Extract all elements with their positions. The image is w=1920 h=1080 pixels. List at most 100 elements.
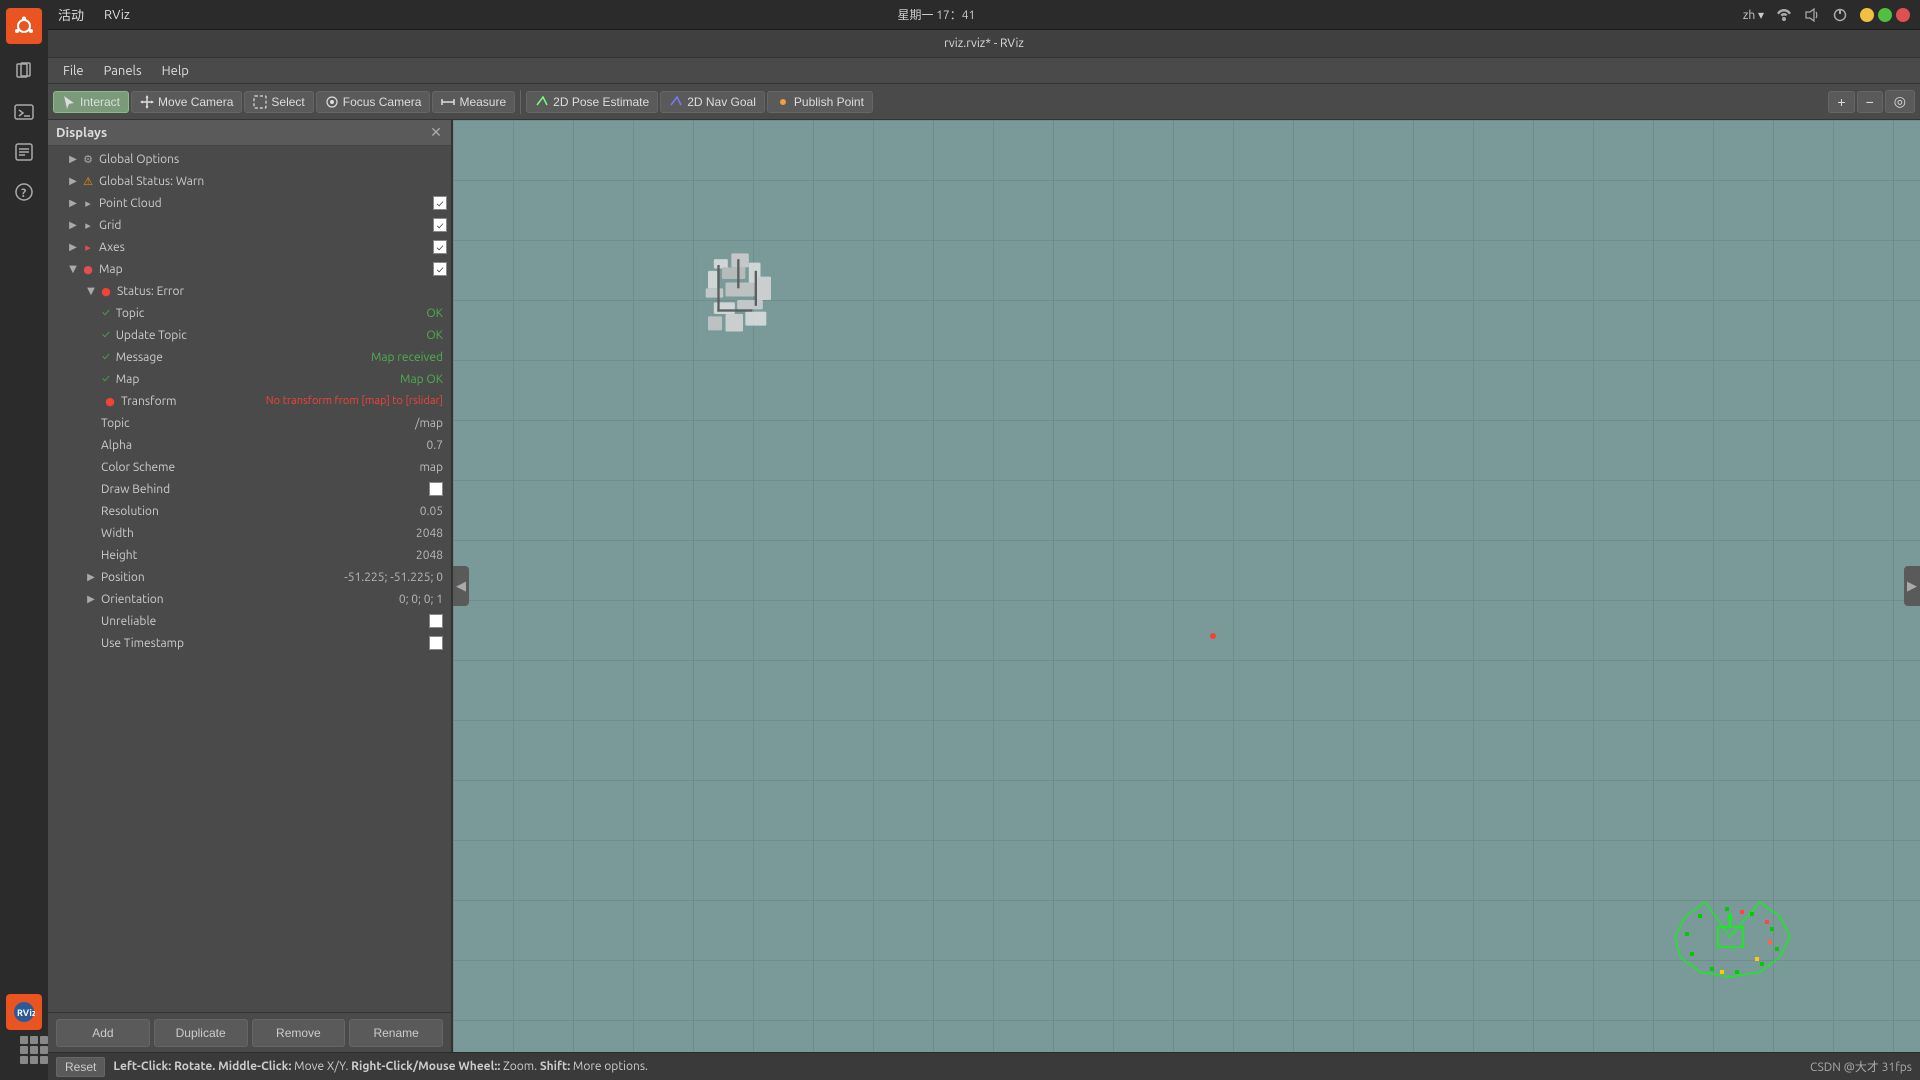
expand-axes-icon[interactable]: ▶ <box>66 240 80 254</box>
grid-checkbox[interactable] <box>433 218 447 232</box>
rviz-icon[interactable]: RViz <box>6 994 42 1030</box>
collapse-left-panel-button[interactable]: ◀ <box>453 566 469 606</box>
tree-item-message[interactable]: ✓ Message Map received <box>48 346 451 368</box>
expand-point-cloud-icon[interactable]: ▶ <box>66 196 80 210</box>
move-camera-button[interactable]: Move Camera <box>131 91 242 113</box>
displays-title: Displays <box>56 126 107 140</box>
tree-item-map[interactable]: ▼ ● Map <box>48 258 451 280</box>
zoom-in-button[interactable]: + <box>1828 91 1854 113</box>
publish-point-button[interactable]: Publish Point <box>767 91 873 113</box>
tree-item-update-topic-ok[interactable]: ✓ Update Topic OK <box>48 324 451 346</box>
ubuntu-logo-icon[interactable] <box>6 8 42 44</box>
menu-panels[interactable]: Panels <box>94 62 152 80</box>
tree-item-global-options[interactable]: ▶ ⚙ Global Options <box>48 148 451 170</box>
expand-grid-icon[interactable]: ▶ <box>66 218 80 232</box>
point-cloud-label: Point Cloud <box>96 197 433 210</box>
menu-help[interactable]: Help <box>152 62 199 80</box>
close-button[interactable] <box>1896 8 1910 22</box>
apps-grid-icon[interactable] <box>20 1036 48 1064</box>
zoom-fit-button[interactable]: ◎ <box>1885 90 1915 113</box>
tree-prop-draw-behind[interactable]: Draw Behind <box>48 478 451 500</box>
unreliable-checkbox[interactable] <box>429 614 443 628</box>
menu-file[interactable]: File <box>53 62 94 80</box>
duplicate-display-button[interactable]: Duplicate <box>154 1019 248 1047</box>
rename-display-button[interactable]: Rename <box>349 1019 443 1047</box>
menubar: File Panels Help <box>48 58 1920 84</box>
tree-item-transform[interactable]: ● Transform No transform from [map] to [… <box>48 390 451 412</box>
transform-error-icon: ● <box>102 393 118 409</box>
network-icon <box>1776 7 1792 23</box>
tree-item-axes[interactable]: ▶ ▸ Axes <box>48 236 451 258</box>
tree-prop-alpha[interactable]: Alpha 0.7 <box>48 434 451 456</box>
displays-tree: ▶ ⚙ Global Options ▶ ⚠ Global Status: Wa… <box>48 146 451 1012</box>
expand-map-icon[interactable]: ▼ <box>66 262 80 276</box>
tree-item-grid[interactable]: ▶ ▸ Grid <box>48 214 451 236</box>
tree-item-map-ok[interactable]: ✓ Map Map OK <box>48 368 451 390</box>
expand-status-error-icon[interactable]: ▼ <box>84 284 98 298</box>
tree-prop-color-scheme[interactable]: Color Scheme map <box>48 456 451 478</box>
pose-icon <box>535 95 549 109</box>
pose-estimate-button[interactable]: 2D Pose Estimate <box>526 91 658 113</box>
transform-value: No transform from [map] to [rslidar] <box>266 395 451 407</box>
maximize-button[interactable] <box>1878 8 1892 22</box>
expand-position-icon[interactable]: ▶ <box>84 570 98 584</box>
topbar-left: 活动 RViz <box>58 5 130 24</box>
reset-view-button[interactable]: Reset <box>56 1057 105 1077</box>
files-icon[interactable] <box>6 54 42 90</box>
activity-bar: ? RViz <box>0 0 48 1080</box>
tree-prop-use-timestamp[interactable]: Use Timestamp <box>48 632 451 654</box>
expand-global-options-icon[interactable]: ▶ <box>66 152 80 166</box>
select-icon <box>253 95 267 109</box>
tree-item-status-error[interactable]: ▼ ● Status: Error <box>48 280 451 302</box>
zoom-out-button[interactable]: − <box>1857 91 1883 113</box>
statusbar: Reset Left-Click: Rotate. Middle-Click: … <box>48 1052 1920 1080</box>
map-visualization <box>673 230 813 370</box>
grid-label: Grid <box>96 219 433 232</box>
tree-prop-resolution[interactable]: Resolution 0.05 <box>48 500 451 522</box>
interact-button[interactable]: Interact <box>53 91 129 113</box>
tree-prop-orientation[interactable]: ▶ Orientation 0; 0; 0; 1 <box>48 588 451 610</box>
transform-label: Transform <box>118 395 266 408</box>
tree-prop-height[interactable]: Height 2048 <box>48 544 451 566</box>
measure-button[interactable]: Measure <box>432 91 515 113</box>
tree-prop-width[interactable]: Width 2048 <box>48 522 451 544</box>
prop-resolution-value: 0.05 <box>420 505 451 518</box>
draw-behind-checkbox[interactable] <box>429 482 443 496</box>
close-displays-panel-button[interactable]: ✕ <box>429 126 443 140</box>
tree-prop-unreliable[interactable]: Unreliable <box>48 610 451 632</box>
map-icon: ● <box>80 261 96 277</box>
axes-checkbox[interactable] <box>433 240 447 254</box>
map-checkbox[interactable] <box>433 262 447 276</box>
use-timestamp-checkbox[interactable] <box>429 636 443 650</box>
remove-display-button[interactable]: Remove <box>252 1019 346 1047</box>
help-icon[interactable]: ? <box>6 174 42 210</box>
system-topbar: 活动 RViz 星期一 17：41 zh ▾ <box>48 0 1920 30</box>
point-cloud-checkbox[interactable] <box>433 196 447 210</box>
select-button[interactable]: Select <box>244 91 313 113</box>
app-label: RViz <box>104 8 130 22</box>
collapse-right-panel-button[interactable]: ▶ <box>1904 566 1920 606</box>
prop-topic-label: Topic <box>98 417 415 430</box>
tree-prop-position[interactable]: ▶ Position -51.225; -51.225; 0 <box>48 566 451 588</box>
power-icon <box>1832 7 1848 23</box>
tree-item-global-status[interactable]: ▶ ⚠ Global Status: Warn <box>48 170 451 192</box>
expand-global-status-icon[interactable]: ▶ <box>66 174 80 188</box>
nav-goal-button[interactable]: 2D Nav Goal <box>660 91 765 113</box>
toolbar-separator <box>520 90 521 114</box>
prop-height-label: Height <box>98 549 416 562</box>
locale-selector[interactable]: zh ▾ <box>1743 8 1764 22</box>
text-editor-icon[interactable] <box>6 134 42 170</box>
check-icon-message: ✓ <box>102 351 110 363</box>
expand-orientation-icon[interactable]: ▶ <box>84 592 98 606</box>
point-cloud-icon: ▸ <box>80 195 96 211</box>
window-controls[interactable] <box>1860 8 1910 22</box>
focus-camera-button[interactable]: Focus Camera <box>316 91 431 113</box>
add-display-button[interactable]: Add <box>56 1019 150 1047</box>
tree-prop-topic[interactable]: Topic /map <box>48 412 451 434</box>
minimize-button[interactable] <box>1860 8 1874 22</box>
terminal-icon[interactable] <box>6 94 42 130</box>
error-icon: ● <box>98 283 114 299</box>
tree-item-topic-ok[interactable]: ✓ Topic OK <box>48 302 451 324</box>
3d-viewport[interactable]: ◀ ▶ <box>453 120 1920 1052</box>
tree-item-point-cloud[interactable]: ▶ ▸ Point Cloud <box>48 192 451 214</box>
